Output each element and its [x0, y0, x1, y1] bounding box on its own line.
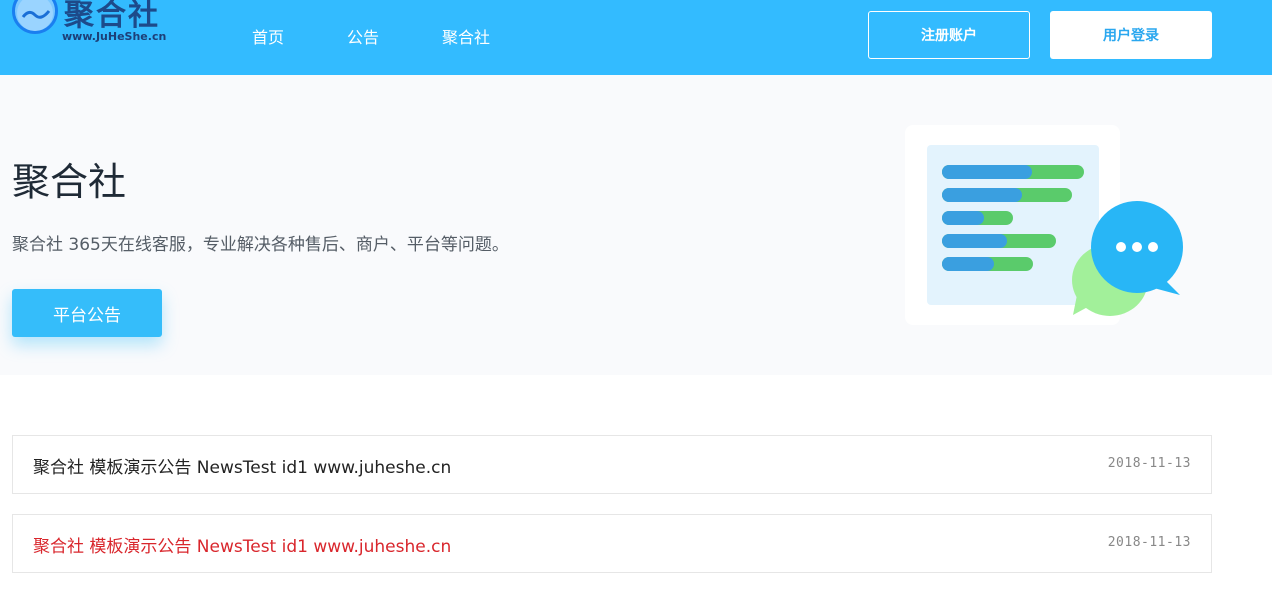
news-item[interactable]: 聚合社 模板演示公告 NewsTest id1 www.juheshe.cn 2…	[12, 435, 1212, 494]
hero-section: 聚合社 聚合社 365天在线客服，专业解决各种售后、商户、平台等问题。 平台公告	[0, 75, 1272, 375]
chat-document-illustration	[905, 125, 1195, 335]
news-title[interactable]: 聚合社 模板演示公告 NewsTest id1 www.juheshe.cn	[33, 532, 451, 557]
hero-title: 聚合社	[12, 160, 127, 204]
news-date: 2018-11-13	[1107, 535, 1191, 550]
news-item[interactable]: 聚合社 模板演示公告 NewsTest id1 www.juheshe.cn 2…	[12, 514, 1212, 573]
top-header: 聚合社 www.JuHeShe.cn 首页 公告 聚合社 注册账户 用户登录	[0, 0, 1272, 75]
news-title[interactable]: 聚合社 模板演示公告 NewsTest id1 www.juheshe.cn	[33, 453, 451, 478]
logo-url: www.JuHeShe.cn	[62, 30, 167, 43]
announcements-button[interactable]: 平台公告	[12, 289, 162, 337]
logo-icon	[12, 0, 58, 34]
nav-item-home[interactable]: 首页	[252, 24, 284, 48]
hero-description: 聚合社 365天在线客服，专业解决各种售后、商户、平台等问题。	[12, 235, 509, 255]
logo-title: 聚合社	[64, 0, 160, 33]
register-button[interactable]: 注册账户	[868, 11, 1030, 59]
nav-item-juheshe[interactable]: 聚合社	[442, 24, 490, 48]
news-date: 2018-11-13	[1107, 456, 1191, 471]
site-logo[interactable]: 聚合社 www.JuHeShe.cn	[12, 0, 182, 48]
login-button[interactable]: 用户登录	[1050, 11, 1212, 59]
nav-item-announcements[interactable]: 公告	[347, 24, 379, 48]
